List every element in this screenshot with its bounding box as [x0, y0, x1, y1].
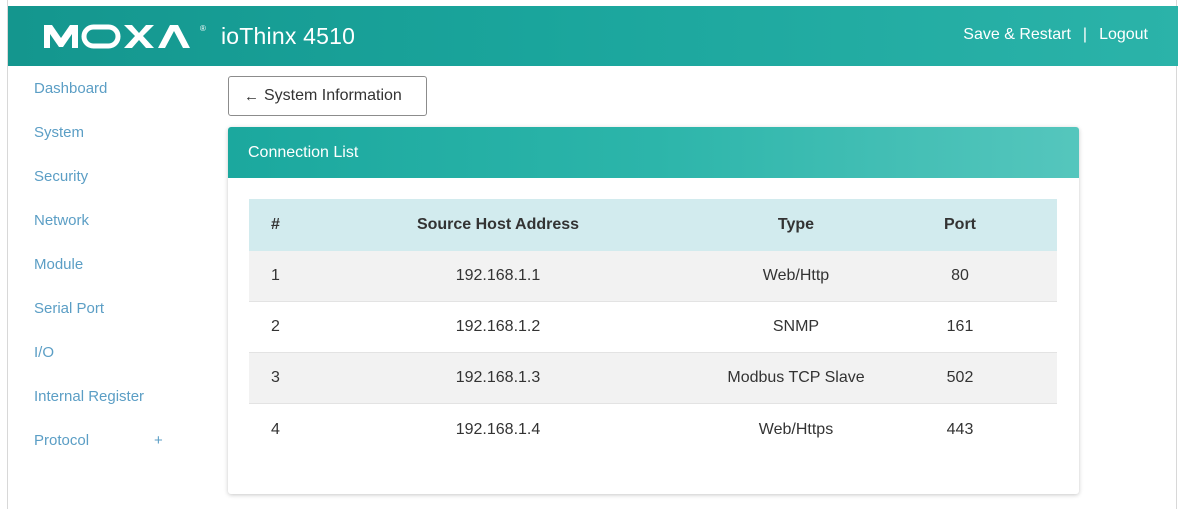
registered-mark: ®	[200, 24, 206, 33]
cell-source: 192.168.1.1	[455, 267, 541, 284]
table-row: 3 192.168.1.3 Modbus TCP Slave 502	[249, 353, 1057, 404]
table-row: 4 192.168.1.4 Web/Https 443	[249, 404, 1057, 455]
cell-source: 192.168.1.2	[455, 318, 541, 335]
connection-list-card: Connection List # Source Host Address Ty…	[228, 127, 1079, 494]
sidebar-item-label: System	[34, 123, 85, 141]
cell-type: SNMP	[772, 318, 820, 335]
cell-number: 3	[271, 369, 280, 386]
sidebar-item-module[interactable]: Module	[8, 242, 208, 286]
app-frame: ® ioThinx 4510 Save & Restart | Logout D…	[7, 0, 1178, 509]
card-title: Connection List	[228, 127, 1079, 178]
connection-table: # Source Host Address Type Port 1 192.16…	[249, 199, 1057, 455]
cell-source: 192.168.1.3	[455, 369, 541, 386]
sidebar-nav: Dashboard System Security Network Module…	[8, 66, 208, 462]
cell-type: Modbus TCP Slave	[727, 369, 865, 386]
column-header-number: #	[271, 216, 280, 233]
arrow-left-icon: ←	[244, 87, 259, 105]
back-button-label: System Information	[264, 87, 402, 104]
sidebar-item-io[interactable]: I/O	[8, 330, 208, 374]
column-header-port: Port	[944, 216, 976, 233]
sidebar-item-system[interactable]: System	[8, 110, 208, 154]
save-restart-link[interactable]: Save & Restart	[963, 26, 1071, 44]
cell-source: 192.168.1.4	[455, 420, 541, 438]
sidebar-item-label: Security	[34, 167, 89, 185]
cell-number: 4	[271, 420, 280, 438]
cell-number: 2	[271, 318, 280, 335]
sidebar-item-network[interactable]: Network	[8, 198, 208, 242]
sidebar-item-label: Module	[34, 255, 84, 273]
logout-link[interactable]: Logout	[1099, 26, 1148, 44]
cell-type: Web/Https	[758, 420, 834, 438]
sidebar-item-protocol[interactable]: Protocol +	[8, 418, 208, 462]
sidebar-item-serial-port[interactable]: Serial Port	[8, 286, 208, 330]
moxa-logo: ®	[42, 21, 206, 51]
product-name: ioThinx 4510	[221, 23, 356, 49]
sidebar-item-label: Internal Register	[34, 387, 145, 405]
expand-plus-icon[interactable]: +	[154, 432, 163, 449]
sidebar-item-label: Serial Port	[34, 299, 105, 317]
cell-port: 443	[946, 420, 974, 438]
table-row: 2 192.168.1.2 SNMP 161	[249, 302, 1057, 353]
back-to-system-information-button[interactable]: ← System Information	[228, 76, 427, 116]
sidebar-item-label: Dashboard	[34, 79, 108, 97]
cell-type: Web/Http	[762, 267, 830, 284]
table-row: 1 192.168.1.1 Web/Http 80	[249, 251, 1057, 302]
cell-port: 161	[946, 318, 974, 335]
sidebar-item-label: Protocol	[34, 431, 90, 449]
top-header: ® ioThinx 4510 Save & Restart | Logout	[8, 6, 1178, 66]
header-separator: |	[1082, 26, 1088, 43]
column-header-type: Type	[777, 216, 815, 233]
sidebar-item-security[interactable]: Security	[8, 154, 208, 198]
cell-port: 80	[951, 267, 969, 284]
header-actions: Save & Restart | Logout	[963, 26, 1148, 44]
cell-port: 502	[946, 369, 974, 386]
sidebar-item-dashboard[interactable]: Dashboard	[8, 66, 208, 110]
column-header-source: Source Host Address	[416, 216, 580, 233]
sidebar-item-internal-register[interactable]: Internal Register	[8, 374, 208, 418]
sidebar-item-label: Network	[34, 211, 90, 229]
table-header-row: # Source Host Address Type Port	[249, 199, 1057, 251]
moxa-logo-mark	[44, 24, 190, 49]
cell-number: 1	[271, 267, 280, 284]
sidebar-item-label: I/O	[34, 343, 55, 361]
